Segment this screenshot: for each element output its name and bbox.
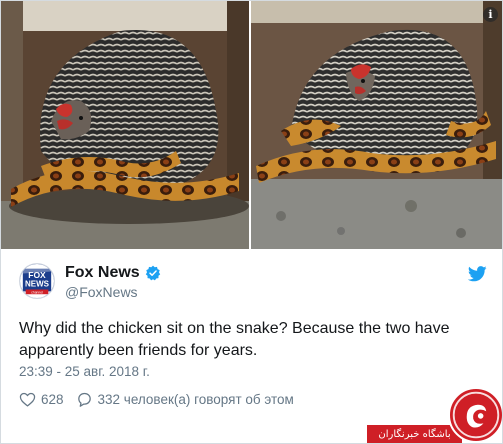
reply-button[interactable]: 332 человек(а) говорят об этом [76,391,294,408]
photo-chicken-snake-left[interactable] [1,1,249,249]
watermark-logo [448,387,502,443]
like-button[interactable]: 628 [19,391,64,408]
info-icon[interactable]: i [483,7,498,22]
photo-chicken-snake-right[interactable]: i [251,1,502,249]
fox-news-logo[interactable]: FOX NEWS channel [19,263,55,299]
photo-left-illustration [1,1,249,249]
twitter-bird-icon[interactable] [468,266,487,282]
watermark-label: باشگاه خبرنگاران [367,425,462,443]
photo-right-illustration [251,1,502,249]
display-name[interactable]: Fox News [65,264,140,282]
watermark-logo-graphic [452,391,500,439]
media-strip[interactable]: i [1,1,502,249]
user-name-row[interactable]: Fox News [65,264,161,282]
logo-word-news: NEWS [25,280,50,289]
reply-count-text: 332 человек(а) говорят об этом [97,392,294,407]
tweet-card: i FOX NEWS channel Fox News @FoxNews Why… [0,0,503,444]
tweet-actions: 628 332 человек(а) говорят об этом [19,391,306,408]
heart-icon [19,392,36,407]
verified-badge-icon [145,265,160,281]
like-count: 628 [41,392,64,407]
tweet-timestamp[interactable]: 23:39 - 25 авг. 2018 г. [19,364,150,379]
speech-bubble-icon [77,392,91,407]
tweet-text: Why did the chicken sit on the snake? Be… [19,320,450,359]
logo-word-fox: FOX [28,270,46,280]
fox-news-logo-graphic: FOX NEWS channel [20,264,54,298]
tweet-header: FOX NEWS channel Fox News @FoxNews [19,263,489,303]
screen-name[interactable]: @FoxNews [65,284,138,300]
logo-word-channel: channel [31,290,43,294]
